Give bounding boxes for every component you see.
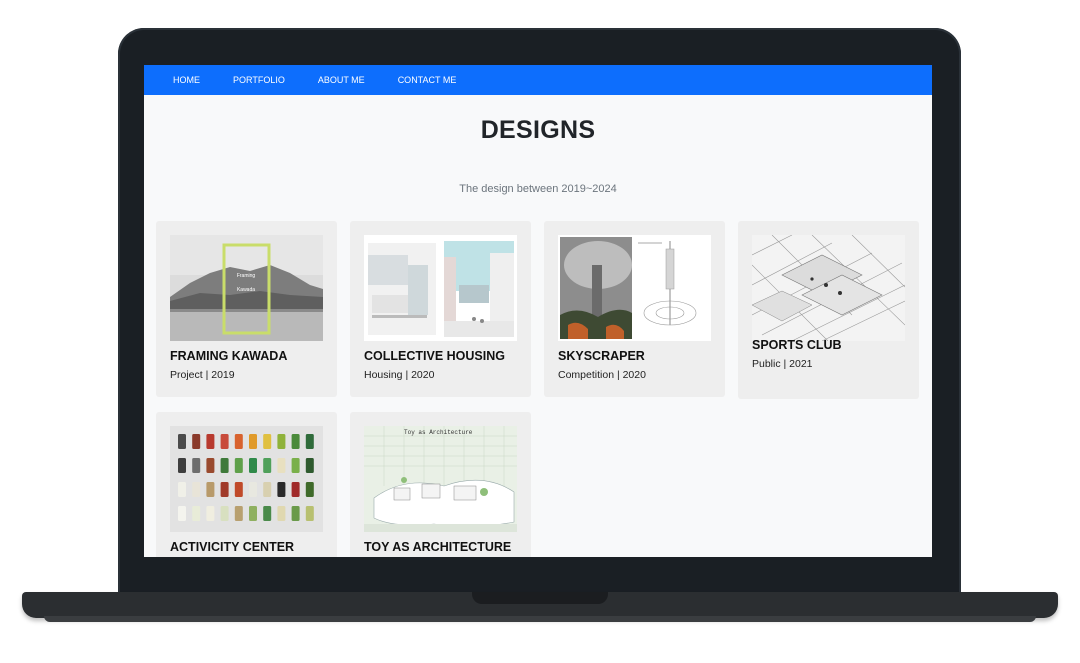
- project-card-framing-kawada[interactable]: Framing Kawada FRAMING KAWADA Project | …: [156, 221, 337, 397]
- overlay-text-line1: Framing: [237, 273, 256, 279]
- color-swatch: [263, 434, 272, 449]
- project-thumbnail: Framing Kawada: [170, 235, 323, 341]
- project-card-sports-club[interactable]: SPORTS CLUB Public | 2021: [738, 221, 919, 399]
- project-card-skyscraper[interactable]: SKYSCRAPER Competition | 2020: [544, 221, 725, 397]
- color-swatch: [234, 458, 243, 473]
- project-title[interactable]: ACTIVICITY CENTER: [170, 540, 294, 554]
- color-swatch: [263, 458, 272, 473]
- navbar: HOME PORTFOLIO ABOUT ME CONTACT ME: [144, 65, 932, 95]
- nav-portfolio-link[interactable]: PORTFOLIO: [233, 75, 285, 85]
- thumb-caption: Toy as Architecture: [404, 429, 473, 436]
- color-swatch: [291, 458, 300, 473]
- color-swatch: [192, 482, 201, 497]
- color-swatch: [206, 506, 215, 521]
- project-card-activicity-center[interactable]: ACTIVICITY CENTER: [156, 412, 337, 557]
- nav-home-link[interactable]: HOME: [173, 75, 200, 85]
- project-thumbnail: Toy as Architecture: [364, 426, 517, 532]
- project-card-collective-housing[interactable]: COLLECTIVE HOUSING Housing | 2020: [350, 221, 531, 397]
- color-swatch: [277, 434, 286, 449]
- project-title[interactable]: SKYSCRAPER: [558, 349, 645, 363]
- color-swatch: [291, 482, 300, 497]
- color-swatch: [305, 482, 314, 497]
- project-meta: Housing | 2020: [364, 369, 435, 381]
- color-swatch: [192, 458, 201, 473]
- project-thumbnail: [752, 235, 905, 341]
- color-swatch: [220, 482, 229, 497]
- screen: HOME PORTFOLIO ABOUT ME CONTACT ME DESIG…: [144, 65, 932, 557]
- laptop-notch: [472, 592, 608, 604]
- color-swatch: [263, 482, 272, 497]
- project-meta: Project | 2019: [170, 369, 235, 381]
- color-swatch: [206, 458, 215, 473]
- color-swatch: [178, 482, 186, 497]
- color-swatch: [178, 506, 186, 521]
- color-swatch: [220, 434, 229, 449]
- color-swatch: [263, 506, 272, 521]
- color-swatch: [277, 506, 286, 521]
- project-title[interactable]: FRAMING KAWADA: [170, 349, 287, 363]
- project-title[interactable]: COLLECTIVE HOUSING: [364, 349, 505, 363]
- overlay-text-line2: Kawada: [237, 287, 255, 293]
- page-subtitle: The design between 2019~2024: [459, 183, 617, 195]
- color-swatch: [192, 434, 201, 449]
- color-swatch: [178, 434, 186, 449]
- color-swatch: [249, 482, 257, 497]
- color-swatch: [206, 434, 215, 449]
- color-swatch: [305, 458, 314, 473]
- color-swatch: [234, 482, 243, 497]
- nav-about-link[interactable]: ABOUT ME: [318, 75, 365, 85]
- color-swatch: [220, 506, 229, 521]
- project-card-toy-as-architecture[interactable]: Toy as Architecture TOY AS ARCHITECTURE: [350, 412, 531, 557]
- project-title[interactable]: SPORTS CLUB: [752, 338, 842, 352]
- color-swatch: [249, 506, 257, 521]
- nav-contact-link[interactable]: CONTACT ME: [398, 75, 457, 85]
- color-swatch: [291, 434, 300, 449]
- color-swatch: [234, 506, 243, 521]
- color-swatch: [206, 482, 215, 497]
- color-swatch: [249, 434, 257, 449]
- color-swatch: [291, 506, 300, 521]
- color-swatch: [305, 434, 314, 449]
- color-swatch: [249, 458, 257, 473]
- color-swatch: [192, 506, 201, 521]
- project-meta: Competition | 2020: [558, 369, 646, 381]
- color-swatch: [305, 506, 314, 521]
- project-thumbnail: [364, 235, 517, 341]
- project-title[interactable]: TOY AS ARCHITECTURE: [364, 540, 511, 554]
- page-title: DESIGNS: [480, 116, 596, 144]
- project-meta: Public | 2021: [752, 358, 813, 370]
- project-thumbnail: [170, 426, 323, 532]
- project-thumbnail: [558, 235, 711, 341]
- color-swatch: [277, 458, 286, 473]
- laptop-base-shadow: [44, 616, 1036, 622]
- color-swatch: [277, 482, 286, 497]
- color-swatch: [220, 458, 229, 473]
- color-swatch: [234, 434, 243, 449]
- color-swatch: [178, 458, 186, 473]
